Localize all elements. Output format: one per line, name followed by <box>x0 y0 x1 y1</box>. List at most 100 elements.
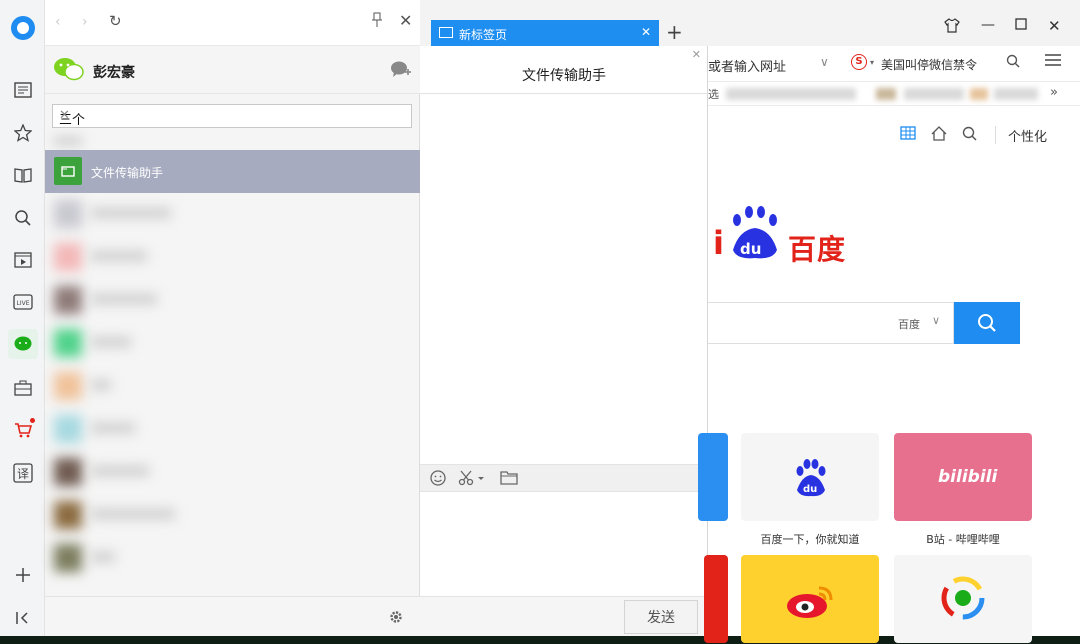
list-item[interactable] <box>45 494 420 537</box>
folder-icon[interactable] <box>500 470 518 489</box>
list-item[interactable] <box>45 279 420 322</box>
forward-icon[interactable]: › <box>82 14 88 30</box>
bookmark-item[interactable] <box>970 88 988 100</box>
collapse-sidebar-icon[interactable] <box>12 607 34 629</box>
skin-icon[interactable] <box>944 18 960 37</box>
search-icon[interactable] <box>12 207 34 229</box>
tab-label: 新标签页 <box>459 28 508 42</box>
speed-dial-tile-baidu[interactable]: du <box>741 433 879 521</box>
speed-dial-tile[interactable] <box>698 433 728 521</box>
address-bar[interactable]: 或者输入网址 ∨ S ▾ 美国叫停微信禁令 <box>708 46 1080 82</box>
baidu-logo: i du 百度 <box>713 202 863 272</box>
engine-dropdown-icon[interactable]: ▾ <box>870 58 874 67</box>
screenshot-scissors-icon[interactable] <box>458 470 486 490</box>
search-icon <box>978 314 996 332</box>
emoji-icon[interactable] <box>430 470 446 490</box>
page-search-icon[interactable] <box>962 126 977 145</box>
window-close-icon[interactable]: ✕ <box>1048 17 1061 35</box>
side-toolbar: LIVE 译 <box>0 0 45 636</box>
list-item[interactable] <box>45 193 420 236</box>
back-icon[interactable]: ‹ <box>55 14 61 30</box>
browser-logo-icon[interactable] <box>11 16 35 40</box>
avatar <box>54 286 82 314</box>
video-icon[interactable] <box>12 249 34 271</box>
bookmark-item[interactable] <box>726 88 856 100</box>
tab-new[interactable]: 新标签页 ✕ <box>431 20 659 46</box>
chat-close-icon[interactable]: ✕ <box>692 48 701 61</box>
maximize-icon[interactable] <box>1015 18 1027 34</box>
book-icon[interactable] <box>12 164 34 186</box>
bookmark-item[interactable] <box>904 88 964 100</box>
speed-dial-tile-bilibili[interactable]: bilibili <box>894 433 1032 521</box>
list-item[interactable] <box>45 537 420 580</box>
avatar <box>54 138 82 144</box>
baidu-search-button[interactable] <box>954 302 1020 344</box>
pin-icon[interactable] <box>371 12 383 32</box>
contact-file-transfer[interactable]: 文件传输助手 <box>45 150 420 193</box>
list-item <box>45 138 420 150</box>
list-item[interactable] <box>45 408 420 451</box>
menu-icon[interactable] <box>1044 52 1062 72</box>
new-tab-icon[interactable]: + <box>666 20 683 44</box>
search-input[interactable]: 三个 ✕ <box>52 104 412 128</box>
new-chat-icon[interactable] <box>390 60 412 82</box>
chat-input-footer: 发送 <box>420 596 708 636</box>
close-icon[interactable]: ✕ <box>399 11 412 30</box>
svg-text:i: i <box>713 224 724 262</box>
list-item[interactable] <box>45 322 420 365</box>
chat-title: 文件传输助手 <box>420 46 708 94</box>
contact-name <box>91 423 135 433</box>
address-search-icon[interactable] <box>1006 54 1020 72</box>
list-item[interactable] <box>45 236 420 279</box>
wechat-logo-icon <box>53 56 85 82</box>
tile-label: 百度一下，你就知道 <box>760 533 860 546</box>
contact-name <box>91 294 157 304</box>
settings-gear-icon[interactable] <box>388 609 404 629</box>
avatar <box>54 415 82 443</box>
chevron-down-icon[interactable]: ∨ <box>932 314 940 327</box>
bookmark-item[interactable] <box>994 88 1038 100</box>
more-bookmarks-icon[interactable]: » <box>1050 85 1058 100</box>
speed-dial-tile-tencent-news[interactable] <box>894 555 1032 643</box>
home-icon[interactable] <box>931 126 947 145</box>
wechat-icon[interactable] <box>8 329 38 359</box>
speed-dial-tile-weibo[interactable] <box>741 555 879 643</box>
minimize-icon[interactable]: — <box>981 17 995 33</box>
chevron-down-icon[interactable]: ∨ <box>820 55 829 69</box>
search-engine-label[interactable]: 百度 <box>898 316 920 332</box>
browser-tab-bar: 新标签页 ✕ + — ✕ <box>420 0 1080 46</box>
briefcase-icon[interactable] <box>12 377 34 399</box>
refresh-icon[interactable]: ↻ <box>109 12 122 30</box>
folder-avatar-icon <box>54 157 82 185</box>
add-icon[interactable] <box>12 564 34 586</box>
hot-news-text[interactable]: 美国叫停微信禁令 <box>881 56 977 73</box>
star-icon[interactable] <box>12 122 34 144</box>
speed-dial-tile[interactable] <box>704 555 728 643</box>
baidu-search-input[interactable]: 百度 ∨ <box>708 302 954 344</box>
shopping-cart-icon[interactable] <box>12 418 35 441</box>
bookmark-item[interactable]: 选 <box>708 86 719 102</box>
contact-name <box>91 380 111 390</box>
search-engine-s-icon[interactable]: S <box>851 54 867 70</box>
live-icon[interactable]: LIVE <box>12 291 34 313</box>
translate-icon[interactable]: 译 <box>12 462 34 484</box>
avatar <box>54 200 82 228</box>
list-item[interactable] <box>45 451 420 494</box>
address-placeholder: 或者输入网址 <box>708 60 787 75</box>
contact-name <box>91 466 149 476</box>
svg-text:LIVE: LIVE <box>17 300 30 307</box>
avatar <box>54 544 82 572</box>
bilibili-logo-text: bilibili <box>938 467 998 487</box>
tab-close-icon[interactable]: ✕ <box>641 25 651 39</box>
bookmark-item[interactable] <box>876 88 896 100</box>
reader-icon[interactable] <box>12 79 34 101</box>
chat-panel: 文件传输助手 ✕ 发送 <box>420 46 708 636</box>
customize-link[interactable]: 个性化 <box>1008 126 1047 145</box>
send-button[interactable]: 发送 <box>624 600 698 634</box>
grid-view-icon[interactable] <box>900 126 916 144</box>
notification-dot-icon <box>30 418 35 423</box>
list-item[interactable] <box>45 365 420 408</box>
clear-search-icon[interactable]: ✕ <box>59 108 405 123</box>
avatar <box>54 372 82 400</box>
app-window: LIVE 译 ‹ › ↻ ✕ 彭宏豪 三个 ✕ 文件传输助手 新标签页 ✕ + … <box>0 0 1080 643</box>
